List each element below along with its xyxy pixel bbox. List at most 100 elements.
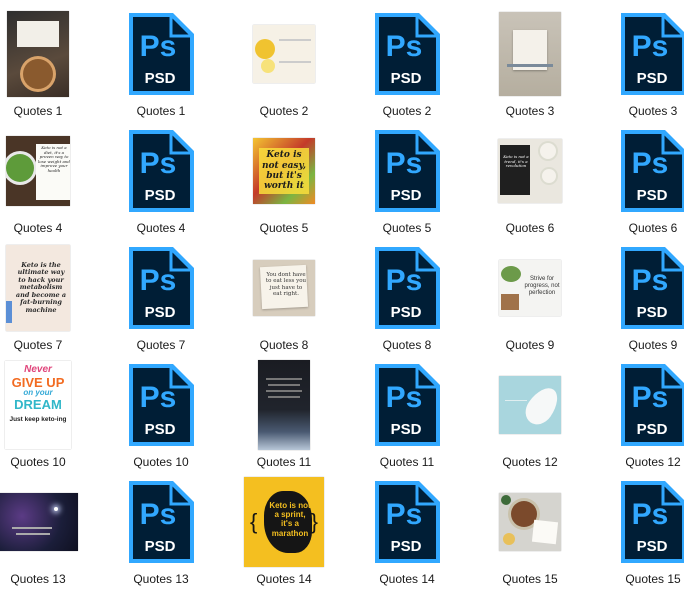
file-name-label: Quotes 11 [256, 455, 312, 469]
psd-file-icon: Ps PSD [370, 243, 444, 333]
psd-file-item[interactable]: Ps PSD Quotes 4 [121, 119, 201, 235]
quote-text-7: Keto is the ultimate way to hack your me… [15, 260, 67, 314]
file-thumbnail: Ps PSD [613, 123, 684, 219]
image-file-item[interactable]: Quotes 12 [490, 353, 570, 469]
quote-image-2 [253, 25, 315, 83]
file-name-label: Quotes 6 [628, 221, 678, 235]
file-thumbnail: Ps PSD [121, 357, 201, 453]
quote-text-10-giveup: GIVE UP [11, 374, 65, 390]
image-file-item[interactable]: Quotes 3 [490, 2, 570, 118]
image-file-item[interactable]: Keto is not easy, but it's worth it Quote… [244, 119, 324, 235]
file-thumbnail: Ps PSD [121, 474, 201, 570]
psd-icon-ps-text: Ps [632, 147, 669, 180]
file-thumbnail: Ps PSD [121, 240, 201, 336]
psd-icon-psd-text: PSD [637, 538, 668, 555]
psd-file-item[interactable]: Ps PSD Quotes 1 [121, 2, 201, 118]
image-file-item[interactable]: Keto is the ultimate way to hack your me… [0, 236, 78, 352]
psd-icon-ps-text: Ps [386, 147, 423, 180]
file-thumbnail: Never GIVE UP on your DREAM Just keep keto-i… [0, 357, 78, 453]
file-name-label: Quotes 4 [13, 221, 63, 235]
file-name-label: Quotes 8 [382, 338, 432, 352]
file-name-label: Quotes 1 [13, 104, 63, 118]
psd-icon-ps-text: Ps [140, 381, 177, 414]
file-name-label: Quotes 6 [505, 221, 555, 235]
file-name-label: Quotes 10 [10, 455, 66, 469]
quote-text-10-never: Never [24, 364, 52, 375]
psd-icon-ps-text: Ps [386, 264, 423, 297]
quote-image-8: You dont have to eat less you just have … [253, 260, 315, 316]
file-name-label: Quotes 9 [628, 338, 678, 352]
psd-file-item[interactable]: Ps PSD Quotes 6 [613, 119, 684, 235]
psd-file-item[interactable]: Ps PSD Quotes 10 [121, 353, 201, 469]
psd-file-item[interactable]: Ps PSD Quotes 11 [367, 353, 447, 469]
psd-icon-psd-text: PSD [391, 304, 422, 321]
quote-text-5: Keto is not easy, but it's worth it [259, 148, 309, 194]
file-name-label: Quotes 2 [382, 104, 432, 118]
image-file-item[interactable]: Never GIVE UP on your DREAM Just keep keto-i… [0, 353, 78, 469]
file-thumbnail: Keto is not a diet, it's a proven way to… [0, 123, 78, 219]
image-file-item[interactable]: Quotes 1 [0, 2, 78, 118]
image-file-item[interactable]: Keto is not a trend, it's a revolution Qu… [490, 119, 570, 235]
psd-file-item[interactable]: Ps PSD Quotes 14 [367, 470, 447, 586]
file-thumbnail: Ps PSD [367, 357, 447, 453]
psd-file-icon: Ps PSD [124, 477, 198, 567]
psd-file-icon: Ps PSD [616, 243, 684, 333]
quote-image-13 [0, 493, 78, 551]
psd-icon-psd-text: PSD [145, 421, 176, 438]
psd-file-icon: Ps PSD [124, 9, 198, 99]
image-file-item[interactable]: Keto is not a diet, it's a proven way to… [0, 119, 78, 235]
psd-icon-psd-text: PSD [391, 70, 422, 87]
quote-text-10-keto: Just keep keto-ing [9, 416, 67, 424]
psd-file-icon: Ps PSD [370, 9, 444, 99]
file-name-label: Quotes 3 [628, 104, 678, 118]
quote-image-14: Keto is not a sprint, it's a marathon{} [244, 477, 324, 567]
psd-icon-psd-text: PSD [637, 421, 668, 438]
psd-file-item[interactable]: Ps PSD Quotes 3 [613, 2, 684, 118]
file-grid: Quotes 1 Ps PSD Quotes 1 Quotes 2 Ps PSD Quotes… [0, 0, 684, 593]
psd-file-icon: Ps PSD [616, 477, 684, 567]
image-file-item[interactable]: Quotes 2 [244, 2, 324, 118]
file-name-label: Quotes 14 [379, 572, 435, 586]
psd-file-item[interactable]: Ps PSD Quotes 8 [367, 236, 447, 352]
psd-icon-psd-text: PSD [637, 70, 668, 87]
image-file-item[interactable]: Quotes 15 [490, 470, 570, 586]
image-file-item[interactable]: Keto is not a sprint, it's a marathon{} Q… [244, 470, 324, 586]
psd-icon-psd-text: PSD [145, 187, 176, 204]
psd-file-item[interactable]: Ps PSD Quotes 9 [613, 236, 684, 352]
file-thumbnail: Ps PSD [613, 6, 684, 102]
psd-icon-psd-text: PSD [391, 187, 422, 204]
psd-file-item[interactable]: Ps PSD Quotes 12 [613, 353, 684, 469]
psd-file-item[interactable]: Ps PSD Quotes 2 [367, 2, 447, 118]
psd-icon-ps-text: Ps [386, 498, 423, 531]
psd-file-icon: Ps PSD [616, 9, 684, 99]
file-name-label: Quotes 13 [10, 572, 66, 586]
file-name-label: Quotes 5 [382, 221, 432, 235]
file-name-label: Quotes 15 [502, 572, 558, 586]
image-file-item[interactable]: Strive for progress, not perfection Quote… [490, 236, 570, 352]
psd-file-item[interactable]: Ps PSD Quotes 7 [121, 236, 201, 352]
file-name-label: Quotes 15 [625, 572, 681, 586]
image-file-item[interactable]: Quotes 11 [244, 353, 324, 469]
quote-text-9: Strive for progress, not perfection [524, 276, 560, 296]
psd-icon-ps-text: Ps [140, 30, 177, 63]
psd-file-icon: Ps PSD [616, 126, 684, 216]
psd-file-item[interactable]: Ps PSD Quotes 13 [121, 470, 201, 586]
psd-file-icon: Ps PSD [370, 360, 444, 450]
psd-icon-ps-text: Ps [632, 30, 669, 63]
quote-text-8: You dont have to eat less you just have … [265, 272, 307, 297]
psd-icon-ps-text: Ps [140, 264, 177, 297]
quote-image-5: Keto is not easy, but it's worth it [253, 138, 315, 204]
file-thumbnail: Strive for progress, not perfection [490, 240, 570, 336]
psd-file-item[interactable]: Ps PSD Quotes 15 [613, 470, 684, 586]
psd-icon-psd-text: PSD [145, 538, 176, 555]
psd-icon-psd-text: PSD [637, 304, 668, 321]
quote-image-1 [7, 11, 69, 97]
psd-icon-psd-text: PSD [145, 304, 176, 321]
psd-file-icon: Ps PSD [370, 477, 444, 567]
psd-file-item[interactable]: Ps PSD Quotes 5 [367, 119, 447, 235]
file-thumbnail: Keto is not easy, but it's worth it [244, 123, 324, 219]
quote-image-11 [258, 360, 310, 450]
image-file-item[interactable]: Quotes 13 [0, 470, 78, 586]
quote-text-10-dream: DREAM [14, 396, 62, 412]
image-file-item[interactable]: You dont have to eat less you just have … [244, 236, 324, 352]
